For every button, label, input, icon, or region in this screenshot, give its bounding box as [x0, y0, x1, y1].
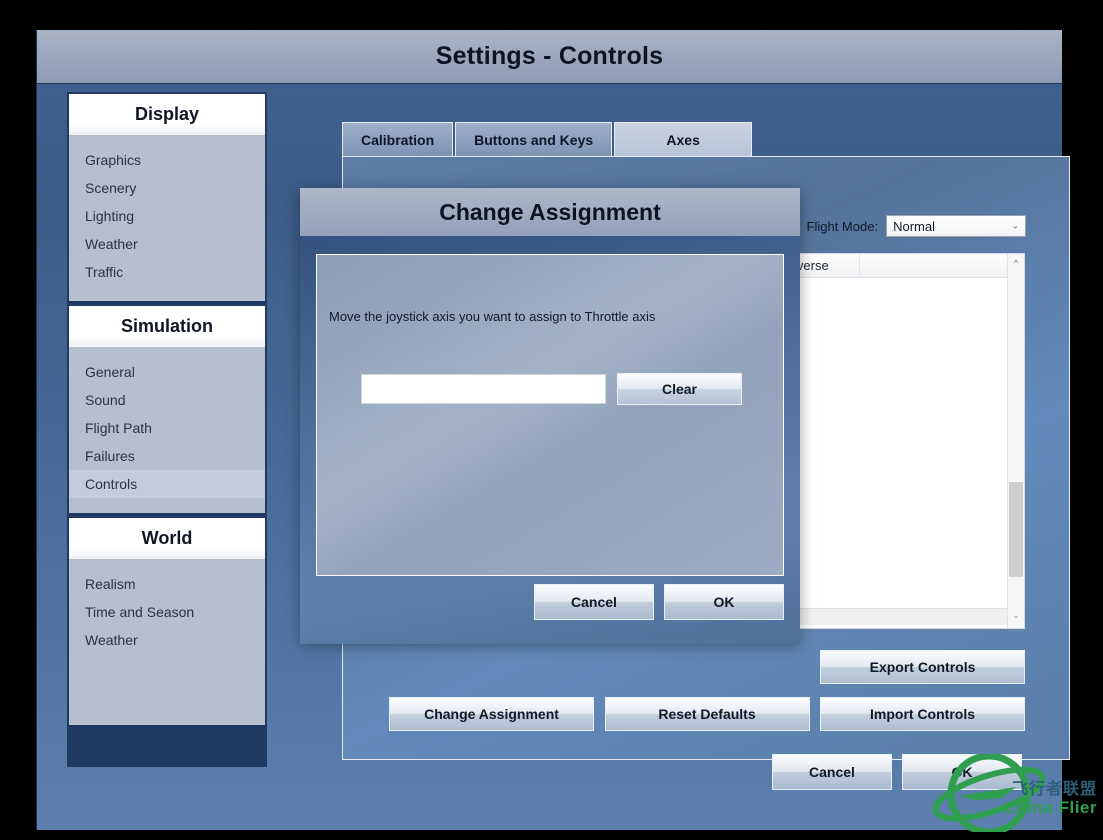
screen: Settings - Controls Display Graphics Sce…: [0, 0, 1103, 840]
dialog-message: Move the joystick axis you want to assig…: [329, 309, 655, 324]
dialog-body: Move the joystick axis you want to assig…: [316, 254, 784, 576]
sidebar-group-simulation: Simulation General Sound Flight Path Fai…: [69, 306, 265, 513]
sidebar-heading-display: Display: [69, 94, 265, 136]
sidebar-item-flight-path[interactable]: Flight Path: [69, 414, 265, 442]
scroll-up-icon[interactable]: ^: [1008, 254, 1024, 271]
reset-defaults-button[interactable]: Reset Defaults: [605, 697, 810, 731]
sidebar-item-weather[interactable]: Weather: [69, 230, 265, 258]
page-title: Settings - Controls: [436, 42, 663, 71]
chevron-down-icon: ⌄: [1012, 221, 1020, 232]
listview-vertical-scrollbar[interactable]: ^ ˇ: [1007, 254, 1024, 628]
sidebar-heading-simulation: Simulation: [69, 306, 265, 348]
sidebar-item-traffic[interactable]: Traffic: [69, 258, 265, 286]
sidebar-item-scenery[interactable]: Scenery: [69, 174, 265, 202]
tab-axes[interactable]: Axes: [614, 122, 752, 158]
sidebar-heading-world: World: [69, 518, 265, 560]
panel-button-row: Change Assignment Reset Defaults Import …: [389, 697, 1025, 731]
import-controls-button[interactable]: Import Controls: [820, 697, 1025, 731]
sidebar-item-graphics[interactable]: Graphics: [69, 146, 265, 174]
window-ok-button[interactable]: OK: [902, 754, 1022, 790]
sidebar: Display Graphics Scenery Lighting Weathe…: [67, 92, 267, 767]
assignment-input[interactable]: [361, 374, 606, 404]
sidebar-item-weather-world[interactable]: Weather: [69, 626, 265, 654]
export-controls-button[interactable]: Export Controls: [820, 650, 1025, 684]
window-cancel-button[interactable]: Cancel: [772, 754, 892, 790]
sidebar-item-general[interactable]: General: [69, 358, 265, 386]
dialog-button-row: Cancel OK: [524, 584, 784, 620]
sidebar-item-realism[interactable]: Realism: [69, 570, 265, 598]
flight-mode-select[interactable]: Normal ⌄: [886, 215, 1026, 237]
change-assignment-button[interactable]: Change Assignment: [389, 697, 594, 731]
window-footer-buttons: Cancel OK: [762, 754, 1022, 790]
flight-mode-row: Flight Mode: Normal ⌄: [807, 215, 1027, 237]
sidebar-item-lighting[interactable]: Lighting: [69, 202, 265, 230]
sidebar-group-world: World Realism Time and Season Weather: [69, 518, 265, 725]
sidebar-list-display: Graphics Scenery Lighting Weather Traffi…: [69, 136, 265, 301]
sidebar-list-simulation: General Sound Flight Path Failures Contr…: [69, 348, 265, 513]
window-titlebar: Settings - Controls: [37, 30, 1062, 84]
change-assignment-dialog: Change Assignment Move the joystick axis…: [300, 188, 800, 644]
column-header-4[interactable]: [860, 254, 1024, 277]
sidebar-item-sound[interactable]: Sound: [69, 386, 265, 414]
flight-mode-label: Flight Mode:: [807, 219, 879, 234]
flight-mode-value: Normal: [893, 219, 935, 234]
vscroll-thumb[interactable]: [1009, 482, 1023, 577]
tab-calibration[interactable]: Calibration: [342, 122, 453, 158]
sidebar-group-display: Display Graphics Scenery Lighting Weathe…: [69, 94, 265, 301]
sidebar-item-failures[interactable]: Failures: [69, 442, 265, 470]
dialog-ok-button[interactable]: OK: [664, 584, 784, 620]
scroll-down-icon[interactable]: ˇ: [1008, 611, 1024, 628]
tab-buttons-and-keys[interactable]: Buttons and Keys: [455, 122, 612, 158]
dialog-cancel-button[interactable]: Cancel: [534, 584, 654, 620]
sidebar-item-time-and-season[interactable]: Time and Season: [69, 598, 265, 626]
dialog-field-row: Clear: [361, 373, 742, 405]
sidebar-list-world: Realism Time and Season Weather: [69, 560, 265, 725]
dialog-title: Change Assignment: [300, 188, 800, 236]
clear-button[interactable]: Clear: [617, 373, 742, 405]
sidebar-item-controls[interactable]: Controls: [69, 470, 265, 498]
tab-bar: Calibration Buttons and Keys Axes: [342, 122, 754, 158]
